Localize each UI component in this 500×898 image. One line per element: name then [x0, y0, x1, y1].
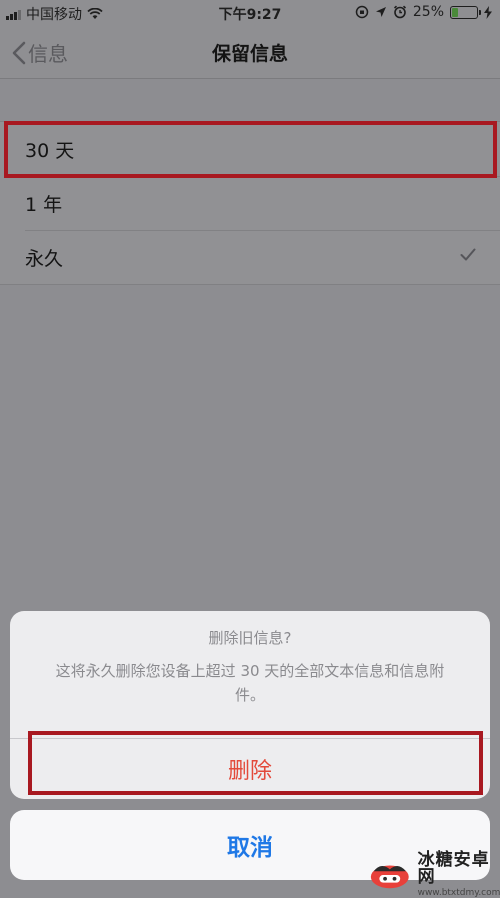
battery-percent: 25%: [412, 4, 444, 20]
battery-level: [452, 7, 458, 17]
action-sheet: 删除旧信息? 这将永久删除您设备上超过 30 天的全部文本信息和信息附件。 删除: [10, 611, 490, 799]
option-label: 30 天: [25, 140, 75, 162]
watermark-name: 冰糖安卓网: [417, 850, 490, 887]
navigation-bar: 信息 保留信息: [0, 26, 500, 79]
watermark-logo-icon: [370, 865, 409, 889]
orientation-lock-icon: [355, 5, 369, 19]
status-right: 25%: [355, 4, 492, 20]
alarm-icon: [393, 5, 406, 19]
battery-icon: [450, 5, 481, 19]
action-sheet-title: 删除旧信息?: [208, 629, 292, 647]
page-title: 保留信息: [211, 43, 288, 65]
checkmark-icon: [460, 248, 476, 261]
charging-icon: [484, 5, 492, 19]
option-label: 永久: [25, 248, 64, 270]
retention-options-list: 30 天 1 年 永久: [0, 121, 500, 285]
action-sheet-message: 这将永久删除您设备上超过 30 天的全部文本信息和信息附件。: [55, 662, 445, 704]
watermark-url: www.btxtdmy.com: [417, 888, 500, 898]
watermark: 冰糖安卓网 www.btxtdmy.com: [368, 852, 500, 898]
watermark-text: 冰糖安卓网 www.btxtdmy.com: [418, 852, 500, 898]
location-icon: [375, 7, 386, 17]
option-label: 1 年: [25, 194, 63, 216]
option-forever[interactable]: 永久: [0, 230, 500, 284]
option-30-days[interactable]: 30 天: [0, 122, 500, 176]
option-1-year[interactable]: 1 年: [0, 176, 500, 230]
delete-button[interactable]: 删除: [10, 739, 490, 799]
status-bar: 中国移动 下午9:27 25%: [0, 0, 500, 26]
